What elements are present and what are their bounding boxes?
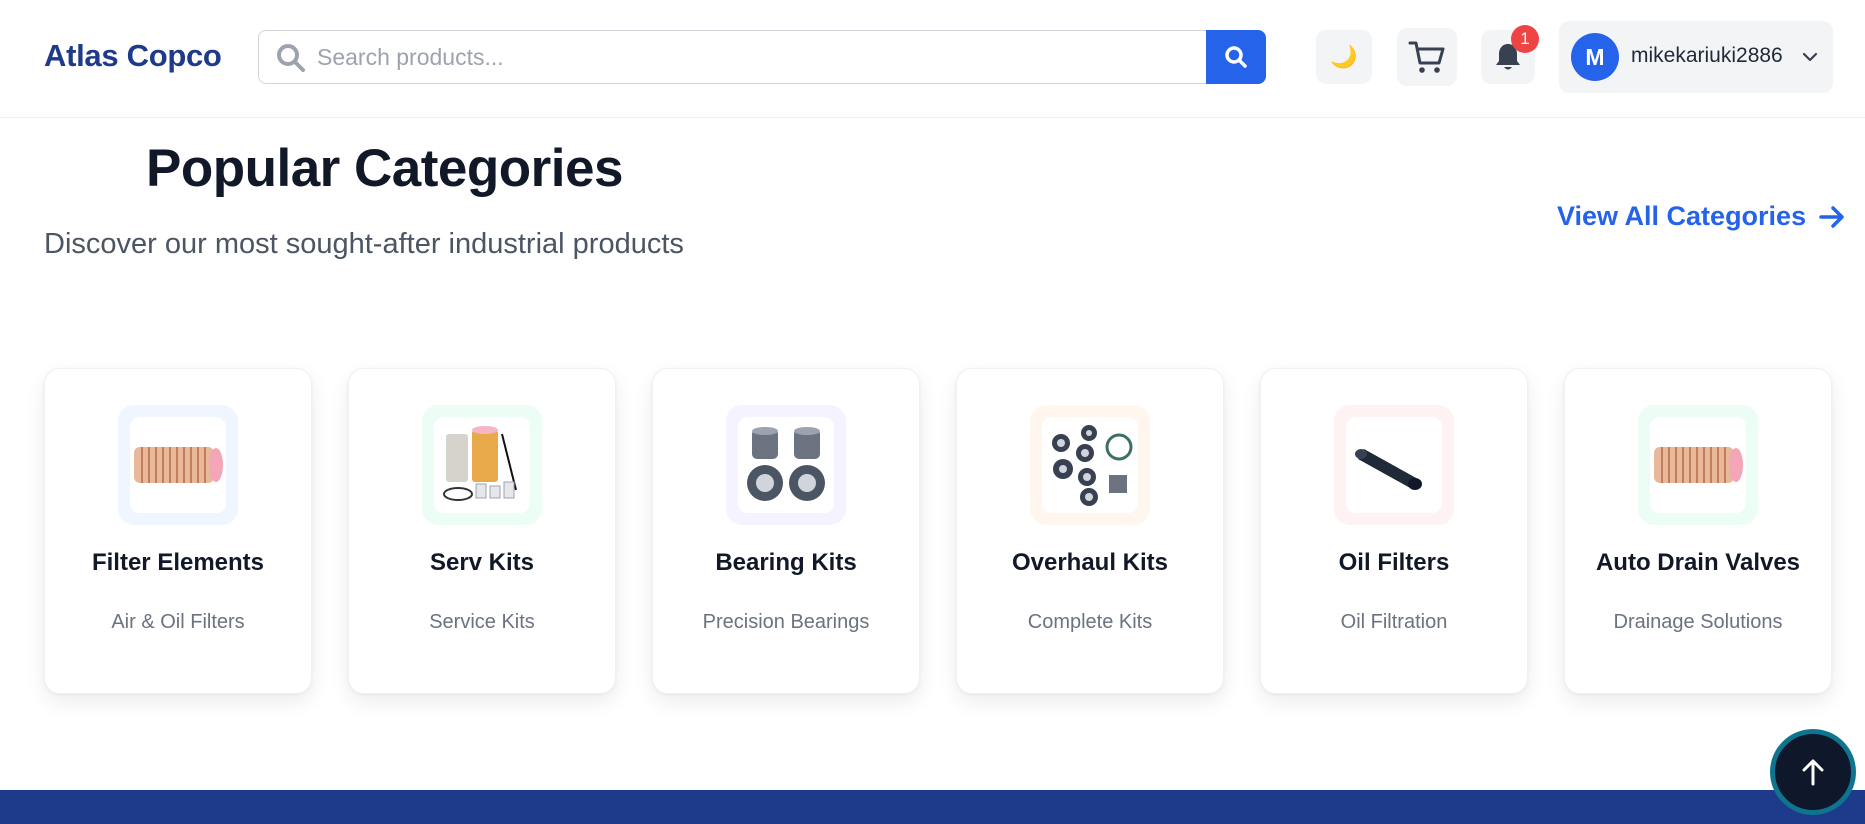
footer-band xyxy=(0,790,1865,824)
search-input[interactable] xyxy=(317,39,1197,75)
category-card[interactable]: Serv Kits Service Kits xyxy=(348,368,616,694)
notification-badge: 1 xyxy=(1511,25,1539,53)
category-cards: Filter Elements Air & Oil Filters Serv K… xyxy=(44,368,1834,694)
category-card[interactable]: Overhaul Kits Complete Kits xyxy=(956,368,1224,694)
category-subtitle: Precision Bearings xyxy=(702,611,870,633)
category-image xyxy=(434,417,530,513)
pleated-filter-image xyxy=(1654,447,1743,483)
category-title: Overhaul Kits xyxy=(1011,549,1169,576)
category-image-frame xyxy=(1334,405,1454,525)
category-image-frame xyxy=(422,405,542,525)
view-all-categories-link[interactable]: View All Categories xyxy=(1557,201,1846,232)
oil-filter-image xyxy=(1355,449,1422,490)
category-image xyxy=(130,417,226,513)
top-navbar: Atlas Copco 🌙 1 M mikekariuki2886 xyxy=(0,0,1865,118)
chevron-down-icon xyxy=(1802,52,1818,62)
arrow-right-icon xyxy=(1819,205,1844,228)
category-image-frame xyxy=(726,405,846,525)
section-subtitle: Discover our most sought-after industria… xyxy=(44,228,684,260)
category-card[interactable]: Oil Filters Oil Filtration xyxy=(1260,368,1528,694)
category-subtitle: Drainage Solutions xyxy=(1613,611,1783,633)
search-icon xyxy=(277,44,305,72)
category-image xyxy=(1346,417,1442,513)
category-subtitle: Complete Kits xyxy=(1027,611,1153,633)
scroll-to-top-button[interactable] xyxy=(1770,729,1856,815)
cart-icon xyxy=(1408,41,1445,73)
theme-toggle-button[interactable]: 🌙 xyxy=(1316,30,1372,84)
category-image-frame xyxy=(1030,405,1150,525)
category-title: Serv Kits xyxy=(429,549,535,576)
section-title: Popular Categories xyxy=(146,139,623,198)
arrow-up-icon xyxy=(1802,759,1824,786)
cart-button[interactable] xyxy=(1397,28,1457,86)
service-kit-image xyxy=(443,426,517,501)
view-all-label: View All Categories xyxy=(1557,201,1807,231)
search-icon xyxy=(1225,46,1247,68)
category-subtitle: Air & Oil Filters xyxy=(111,611,245,633)
category-image xyxy=(1042,417,1138,513)
category-subtitle: Service Kits xyxy=(429,611,535,633)
category-card[interactable]: Auto Drain Valves Drainage Solutions xyxy=(1564,368,1832,694)
category-title: Bearing Kits xyxy=(715,549,857,576)
search-button[interactable] xyxy=(1206,30,1266,84)
username-label: mikekariuki2886 xyxy=(1631,44,1783,67)
moon-icon: 🌙 xyxy=(1330,44,1358,69)
category-title: Filter Elements xyxy=(91,549,265,576)
search-bar xyxy=(258,30,1266,84)
category-title: Oil Filters xyxy=(1338,549,1450,576)
avatar: M xyxy=(1571,33,1619,81)
category-image xyxy=(738,417,834,513)
category-subtitle: Oil Filtration xyxy=(1340,611,1448,633)
user-menu-button[interactable]: M mikekariuki2886 xyxy=(1559,21,1833,93)
category-image xyxy=(1650,417,1746,513)
category-card[interactable]: Filter Elements Air & Oil Filters xyxy=(44,368,312,694)
overhaul-kit-image xyxy=(1052,425,1133,506)
category-card[interactable]: Bearing Kits Precision Bearings xyxy=(652,368,920,694)
brand-logo[interactable]: Atlas Copco xyxy=(44,38,222,74)
category-image-frame xyxy=(1638,405,1758,525)
category-image-frame xyxy=(118,405,238,525)
pleated-filter-image xyxy=(134,447,223,483)
bearing-kit-image xyxy=(747,427,825,501)
category-title: Auto Drain Valves xyxy=(1595,549,1801,576)
